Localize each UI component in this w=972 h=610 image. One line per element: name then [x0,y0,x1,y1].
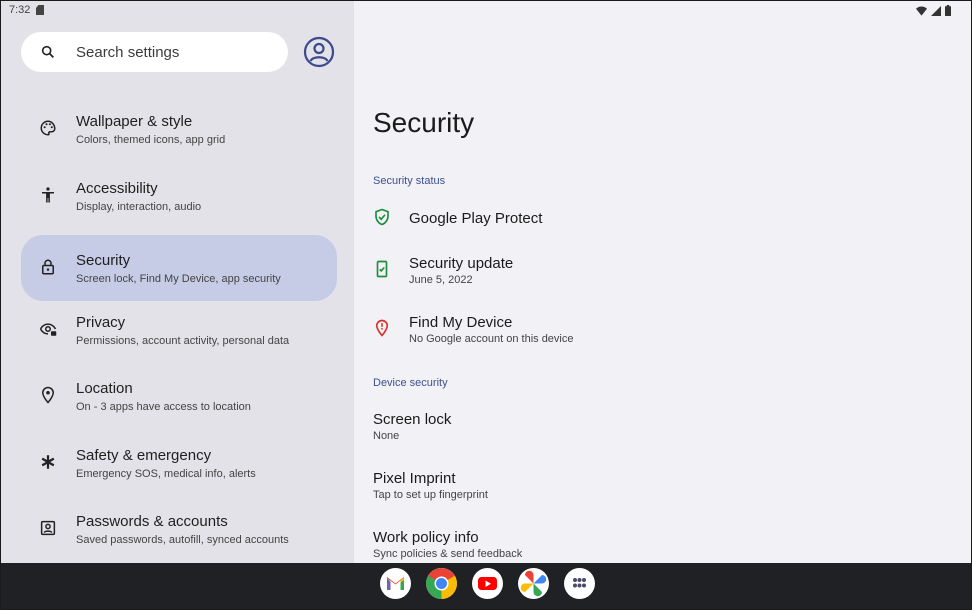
sidebar-item-accessibility[interactable]: Accessibility Display, interaction, audi… [21,163,337,229]
sidebar-item-subtitle: Emergency SOS, medical info, alerts [76,468,256,480]
app-drawer-icon[interactable] [564,568,595,599]
sidebar-item-title: Passwords & accounts [76,513,228,530]
pref-title: Pixel Imprint [373,470,456,487]
sidebar-item-title: Privacy [76,314,126,331]
pref-find-my-device[interactable]: Find My Device No Google account on this… [373,304,953,358]
account-avatar-icon[interactable] [303,36,335,68]
sidebar-item-title: Safety & emergency [76,447,212,464]
sidebar-item-location[interactable]: Location On - 3 apps have access to loca… [21,363,337,429]
photos-icon[interactable] [518,568,549,599]
shield-check-icon [375,208,389,226]
pref-subtitle: Sync policies & send feedback [373,548,523,560]
battery-icon [945,5,951,16]
sidebar-item-subtitle: On - 3 apps have access to location [76,401,251,413]
sidebar-item-title: Security [76,252,131,269]
pref-security-update[interactable]: Security update June 5, 2022 [373,245,953,299]
pref-subtitle: No Google account on this device [409,333,574,345]
taskbar [1,563,971,609]
sidebar-item-passwords[interactable]: Passwords & accounts Saved passwords, au… [21,496,337,562]
sidebar-item-subtitle: Colors, themed icons, app grid [76,134,226,146]
pref-subtitle: Tap to set up fingerprint [373,489,488,501]
pref-pixel-imprint[interactable]: Pixel Imprint Tap to set up fingerprint [373,460,953,514]
status-time: 7:32 [9,4,31,16]
status-icons [916,5,951,16]
wifi-icon [916,5,927,16]
lock-icon [42,259,54,275]
pref-screen-lock[interactable]: Screen lock None [373,401,953,455]
youtube-icon[interactable] [472,568,503,599]
app-dock [380,568,595,599]
search-bar[interactable]: Search settings [21,32,288,72]
pref-title: Screen lock [373,411,452,428]
pref-title: Google Play Protect [409,210,543,227]
sidebar-item-safety[interactable]: Safety & emergency Emergency SOS, medica… [21,430,337,496]
pref-google-play-protect[interactable]: Google Play Protect [373,193,953,247]
section-header-status: Security status [373,175,446,187]
cell-signal-icon [931,5,941,16]
phone-check-icon [376,260,388,278]
accessibility-icon [42,187,54,203]
location-alert-icon [375,319,389,337]
sidebar-item-title: Location [76,380,133,397]
pref-title: Find My Device [409,314,513,331]
pref-title: Work policy info [373,529,479,546]
section-header-device: Device security [373,377,448,389]
sidebar-item-title: Wallpaper & style [76,113,193,130]
status-bar: 7:32 [1,1,971,21]
asterisk-icon [41,455,55,469]
search-placeholder: Search settings [76,44,180,61]
pref-subtitle: None [373,430,400,442]
security-page: Security Security status Google Play Pro… [354,1,971,563]
sidebar-item-subtitle: Saved passwords, autofill, synced accoun… [76,534,289,546]
palette-icon [40,120,56,136]
search-icon [41,45,54,58]
page-title: Security [373,107,475,138]
sidebar-item-title: Accessibility [76,180,158,197]
chrome-icon[interactable] [426,568,457,599]
sidebar-item-subtitle: Display, interaction, audio [76,201,202,213]
sidebar-item-wallpaper[interactable]: Wallpaper & style Colors, themed icons, … [21,96,337,162]
gmail-icon[interactable] [380,568,411,599]
eye-lock-icon [39,323,57,336]
location-pin-icon [41,386,55,404]
sidebar-item-subtitle: Screen lock, Find My Device, app securit… [76,273,281,285]
sidebar-item-privacy[interactable]: Privacy Permissions, account activity, p… [21,297,337,363]
sidebar-item-subtitle: Permissions, account activity, personal … [76,335,290,347]
pref-title: Security update [409,255,514,272]
settings-sidebar: Search settings Wallpaper & style Colors… [1,1,354,563]
sidebar-item-security[interactable]: Security Screen lock, Find My Device, ap… [21,235,337,301]
sd-card-icon [36,5,44,15]
pref-subtitle: June 5, 2022 [409,274,473,286]
settings-window: Search settings Wallpaper & style Colors… [0,0,972,610]
account-box-icon [40,520,56,536]
